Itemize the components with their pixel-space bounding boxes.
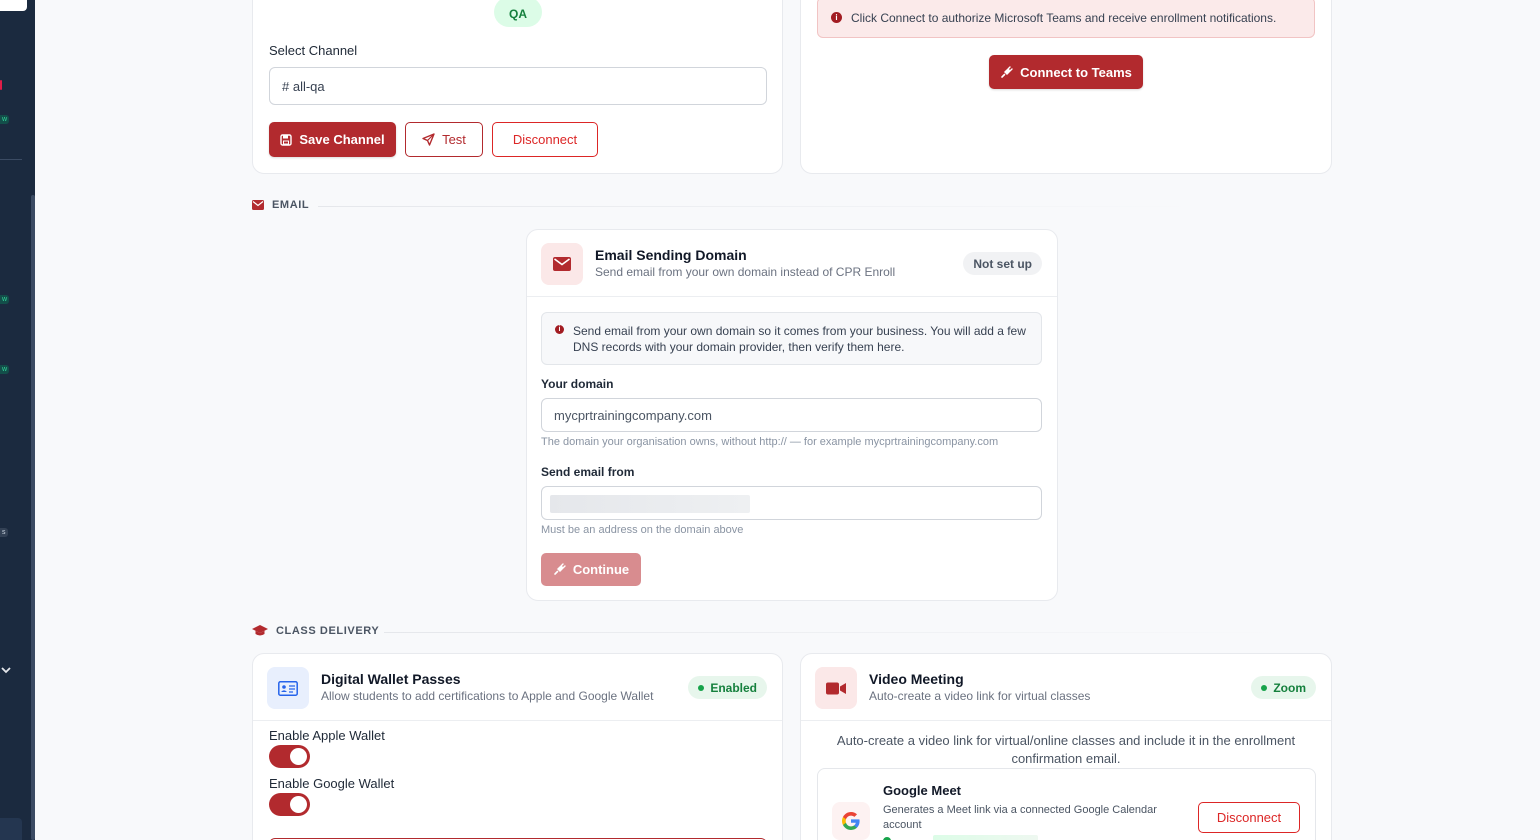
video-description: Auto-create a video link for virtual/onl…	[836, 733, 1296, 766]
channel-select[interactable]: # all-qa	[269, 67, 767, 105]
teams-alert-text: Click Connect to authorize Microsoft Tea…	[851, 10, 1277, 25]
email-section-title: EMAIL	[272, 199, 310, 211]
sidebar-badge: w	[0, 115, 10, 124]
sidebar-bottom-item[interactable]	[0, 818, 22, 840]
apple-wallet-toggle[interactable]	[269, 745, 310, 768]
sidebar: w w w s	[0, 0, 35, 840]
sidebar-scrollbar[interactable]	[31, 195, 35, 840]
select-channel-label: Select Channel	[269, 43, 358, 58]
google-wallet-label: Enable Google Wallet	[269, 776, 395, 791]
sidebar-top-item[interactable]	[0, 0, 27, 11]
google-meet-option[interactable]: Google Meet Generates a Meet link via a …	[817, 768, 1316, 840]
status-dot	[1261, 684, 1268, 691]
video-header: Video Meeting Auto-create a video link f…	[801, 654, 1331, 721]
domain-hint: The domain your organisation owns, witho…	[541, 436, 999, 448]
wallet-subtitle: Allow students to add certifications to …	[321, 689, 654, 703]
info-icon: i	[831, 12, 842, 23]
connect-teams-label: Connect to Teams	[1020, 64, 1132, 80]
email-domain-card: Email Sending Domain Send email from you…	[526, 229, 1058, 601]
meet-disconnect-button[interactable]: Disconnect	[1198, 802, 1300, 833]
email-section-header: EMAIL	[252, 199, 309, 211]
envelope-icon	[541, 243, 583, 285]
continue-label: Continue	[572, 562, 630, 577]
slack-card: QA Select Channel # all-qa Save Channel …	[252, 0, 783, 174]
redacted-value	[550, 495, 750, 513]
plug-icon	[554, 563, 566, 575]
chevron-down-icon[interactable]	[1, 664, 11, 678]
send-from-hint: Must be an address on the domain above	[541, 524, 744, 536]
save-channel-label: Save Channel	[299, 132, 385, 147]
plug-icon	[1001, 65, 1013, 78]
video-subtitle: Auto-create a video link for virtual cla…	[869, 689, 1091, 703]
google-meet-title: Google Meet	[883, 783, 962, 798]
email-domain-subtitle: Send email from your own domain instead …	[595, 265, 896, 279]
email-domain-title: Email Sending Domain	[595, 247, 747, 263]
google-wallet-toggle[interactable]	[269, 793, 310, 816]
wallet-title: Digital Wallet Passes	[321, 671, 461, 687]
email-domain-header: Email Sending Domain Send email from you…	[527, 230, 1057, 297]
send-from-input[interactable]	[541, 486, 1042, 520]
status-dot	[698, 684, 705, 691]
status-badge: Enabled	[688, 676, 767, 699]
wallet-card: Digital Wallet Passes Allow students to …	[252, 653, 783, 840]
sidebar-badge: w	[0, 365, 10, 374]
test-label: Test	[442, 132, 466, 147]
domain-input[interactable]: mycprtrainingcompany.com	[541, 398, 1042, 432]
workspace-chip: QA	[494, 0, 542, 27]
sidebar-divider	[0, 159, 22, 160]
section-divider	[318, 206, 1198, 207]
status-text: Zoom	[1273, 680, 1306, 695]
video-card: Video Meeting Auto-create a video link f…	[800, 653, 1332, 840]
info-icon: i	[555, 325, 564, 334]
send-icon	[422, 133, 435, 146]
google-meet-desc: Generates a Meet link via a connected Go…	[883, 804, 1157, 831]
apple-wallet-label: Enable Apple Wallet	[269, 728, 385, 743]
test-button[interactable]: Test	[405, 122, 483, 157]
redacted-account	[933, 835, 1038, 840]
video-camera-icon	[815, 667, 857, 709]
sidebar-indicator	[0, 80, 2, 90]
disconnect-button[interactable]: Disconnect	[492, 122, 598, 157]
status-badge: Not set up	[963, 252, 1042, 275]
send-from-label: Send email from	[541, 465, 635, 479]
sidebar-badge: s	[0, 528, 8, 537]
status-text: Enabled	[710, 680, 757, 695]
connect-teams-button[interactable]: Connect to Teams	[989, 55, 1143, 89]
envelope-icon	[252, 200, 264, 210]
teams-alert: i Click Connect to authorize Microsoft T…	[817, 0, 1315, 38]
email-domain-info: i Send email from your own domain so it …	[541, 312, 1042, 365]
status-badge: Zoom	[1251, 676, 1316, 699]
id-card-icon	[267, 667, 309, 709]
domain-label: Your domain	[541, 377, 614, 391]
graduation-cap-icon	[252, 625, 268, 636]
save-icon	[280, 133, 293, 146]
section-divider	[384, 632, 1284, 633]
continue-button[interactable]: Continue	[541, 553, 641, 586]
save-channel-button[interactable]: Save Channel	[269, 122, 396, 157]
teams-card: i Click Connect to authorize Microsoft T…	[800, 0, 1332, 174]
class-delivery-section-header: CLASS DELIVERY	[252, 625, 379, 637]
email-domain-info-text: Send email from your own domain so it co…	[573, 324, 1026, 354]
video-title: Video Meeting	[869, 671, 964, 687]
wallet-header: Digital Wallet Passes Allow students to …	[253, 654, 782, 721]
google-icon	[832, 802, 870, 840]
class-delivery-title: CLASS DELIVERY	[276, 625, 380, 637]
sidebar-badge: w	[0, 295, 10, 304]
